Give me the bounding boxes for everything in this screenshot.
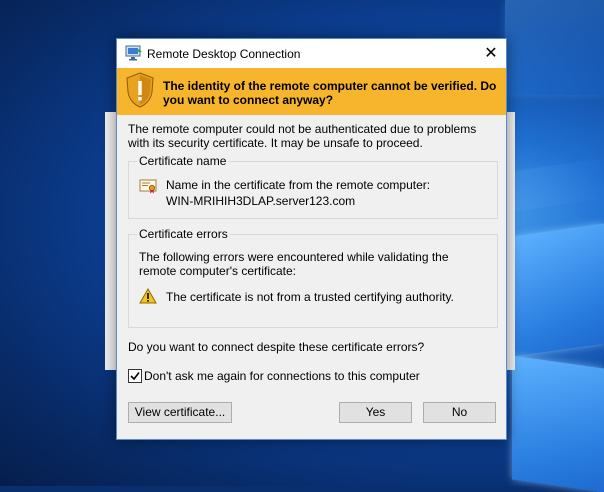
certificate-errors-group-label: Certificate errors xyxy=(137,227,230,241)
dont-ask-again-label[interactable]: Don't ask me again for connections to th… xyxy=(144,369,420,383)
certificate-icon xyxy=(139,179,157,194)
wallpaper-window-pane xyxy=(505,0,604,95)
rdp-certificate-dialog: Remote Desktop Connection ✕ The identity… xyxy=(116,38,507,440)
dont-ask-again-checkbox[interactable] xyxy=(128,369,142,383)
checkmark-icon xyxy=(130,372,140,381)
certificate-name-value: WIN-MRIHIH3DLAP.server123.com xyxy=(166,194,356,208)
certificate-errors-description: The following errors were encountered wh… xyxy=(139,250,449,278)
certificate-name-group-label: Certificate name xyxy=(137,154,229,168)
window-title: Remote Desktop Connection xyxy=(147,47,301,61)
warning-banner-text: The identity of the remote computer cann… xyxy=(163,79,497,107)
connect-question: Do you want to connect despite these cer… xyxy=(128,340,425,354)
title-bar: Remote Desktop Connection ✕ xyxy=(117,39,506,68)
warning-shield-icon xyxy=(125,72,155,108)
certificate-error-item: The certificate is not from a trusted ce… xyxy=(166,290,454,304)
certificate-name-group: Certificate name Name in the certificate… xyxy=(128,155,498,219)
remote-desktop-icon xyxy=(125,45,143,61)
close-icon: ✕ xyxy=(484,45,498,62)
view-certificate-button[interactable]: View certificate... xyxy=(128,402,232,423)
wallpaper-window-pane xyxy=(512,355,604,492)
certificate-name-text: Name in the certificate from the remote … xyxy=(166,177,430,209)
yes-button[interactable]: Yes xyxy=(339,402,412,423)
warning-triangle-icon xyxy=(139,287,157,304)
intro-text: The remote computer could not be authent… xyxy=(128,122,477,150)
no-button[interactable]: No xyxy=(423,402,496,423)
certificate-name-line1: Name in the certificate from the remote … xyxy=(166,178,431,192)
warning-banner: The identity of the remote computer cann… xyxy=(117,68,506,115)
certificate-errors-group: Certificate errors The following errors … xyxy=(128,228,498,328)
close-button[interactable]: ✕ xyxy=(476,39,506,68)
wallpaper-window-pane xyxy=(512,223,604,357)
